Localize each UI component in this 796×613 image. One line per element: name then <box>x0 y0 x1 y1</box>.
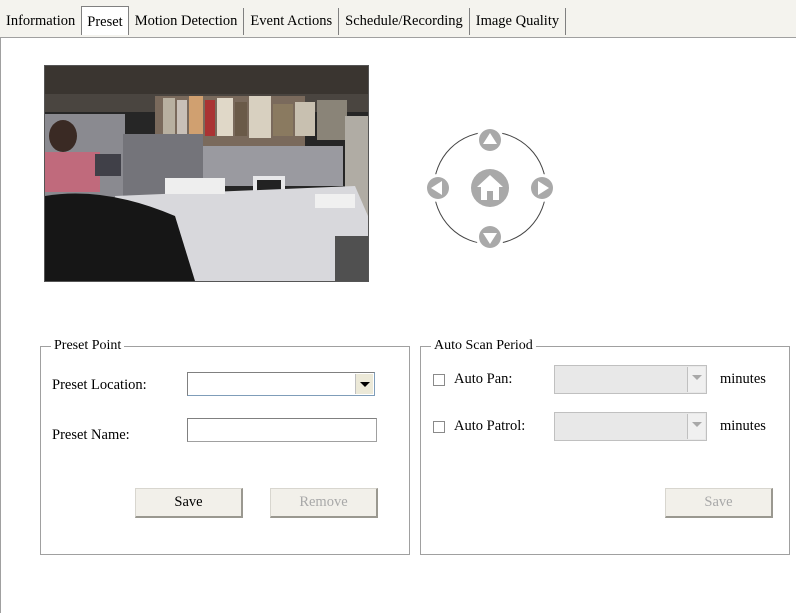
right-arrow-icon[interactable] <box>528 174 556 202</box>
tab-list: Information Preset Motion Detection Even… <box>4 6 567 35</box>
auto-pan-select[interactable] <box>554 365 707 394</box>
preset-location-select[interactable] <box>187 372 375 396</box>
tab-motion-detection[interactable]: Motion Detection <box>129 8 245 35</box>
camera-live-view <box>44 65 369 282</box>
tab-preset[interactable]: Preset <box>81 6 129 35</box>
tab-image-quality[interactable]: Image Quality <box>470 8 567 35</box>
chevron-down-icon[interactable] <box>355 374 373 394</box>
auto-patrol-checkbox[interactable] <box>433 421 445 433</box>
left-arrow-icon[interactable] <box>424 174 452 202</box>
auto-patrol-select[interactable] <box>554 412 707 441</box>
auto-scan-save-button[interactable]: Save <box>665 488 773 518</box>
preset-name-input[interactable] <box>187 418 377 442</box>
chevron-down-icon[interactable] <box>687 367 705 392</box>
auto-scan-period-title: Auto Scan Period <box>431 338 536 354</box>
auto-pan-checkbox[interactable] <box>433 374 445 386</box>
tab-schedule-recording[interactable]: Schedule/Recording <box>339 8 470 35</box>
tab-divider <box>0 37 796 38</box>
auto-scan-period-group: Auto Scan Period Auto Pan: minutes Auto … <box>420 338 790 555</box>
auto-patrol-unit: minutes <box>720 418 766 434</box>
preset-location-label: Preset Location: <box>52 377 147 393</box>
preset-save-button[interactable]: Save <box>135 488 243 518</box>
auto-patrol-label: Auto Patrol: <box>454 418 526 434</box>
tab-information[interactable]: Information <box>4 8 81 35</box>
ptz-control <box>418 120 566 260</box>
auto-pan-label: Auto Pan: <box>454 371 513 387</box>
home-icon[interactable] <box>468 166 512 210</box>
auto-pan-unit: minutes <box>720 371 766 387</box>
chevron-down-icon[interactable] <box>687 414 705 439</box>
up-arrow-icon[interactable] <box>476 126 504 154</box>
preset-point-title: Preset Point <box>51 338 125 354</box>
preset-name-label: Preset Name: <box>52 427 130 443</box>
tab-event-actions[interactable]: Event Actions <box>244 8 340 35</box>
preset-point-group: Preset Point Preset Location: Preset Nam… <box>40 338 410 555</box>
preset-remove-button[interactable]: Remove <box>270 488 378 518</box>
down-arrow-icon[interactable] <box>476 223 504 251</box>
tab-bar: Information Preset Motion Detection Even… <box>0 0 796 38</box>
panel-border <box>0 38 11 613</box>
